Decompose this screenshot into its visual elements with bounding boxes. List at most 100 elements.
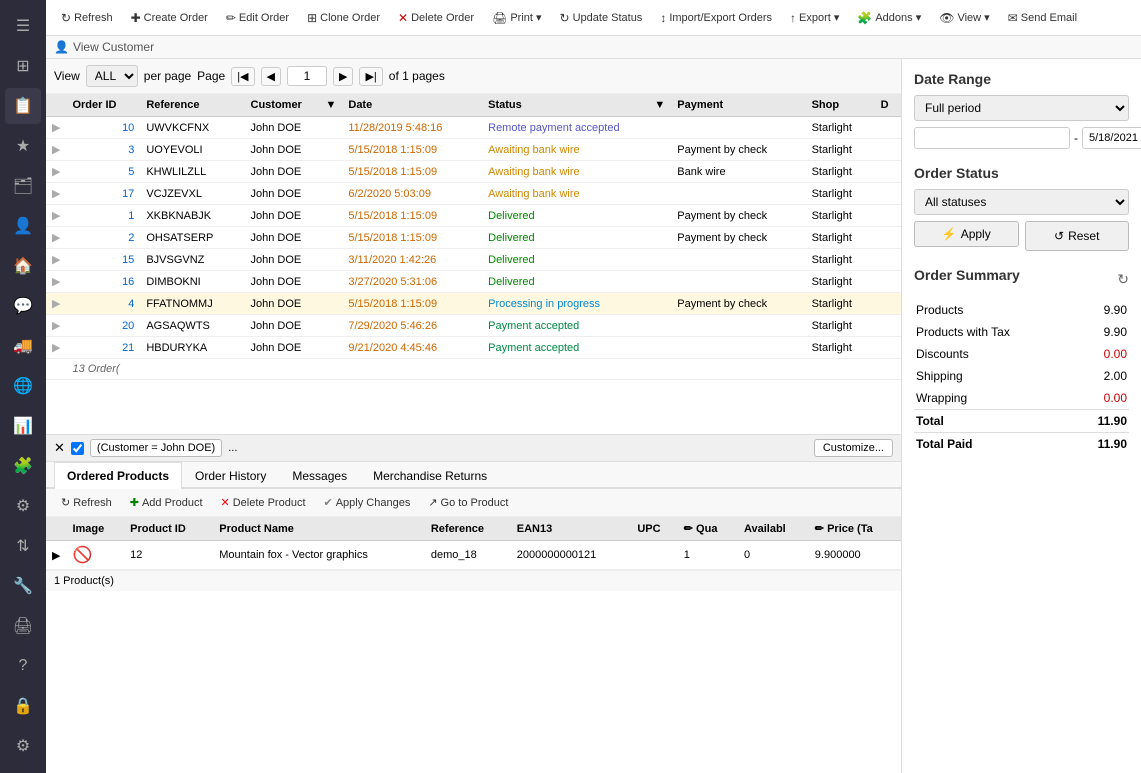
- status-cell: Delivered: [482, 205, 671, 227]
- catalog-icon[interactable]: 🗂: [5, 168, 41, 204]
- tools-icon[interactable]: 🔧: [5, 568, 41, 604]
- apply-changes-btn[interactable]: ✔ Apply Changes: [317, 493, 418, 512]
- payment-cell: Payment by check: [671, 139, 805, 161]
- apply-btn[interactable]: ⚡ Apply: [914, 221, 1019, 247]
- settings2-icon[interactable]: ⚙: [5, 488, 41, 524]
- table-row[interactable]: ▶ 21 HBDURYKA John DOE 9/21/2020 4:45:46…: [46, 337, 901, 359]
- summary-table: Products 9.90 Products with Tax 9.90 Dis…: [914, 299, 1129, 455]
- page-input[interactable]: [287, 66, 327, 86]
- tab-messages[interactable]: Messages: [279, 462, 360, 489]
- summary-label: Discounts: [914, 343, 1074, 365]
- customize-btn[interactable]: Customize...: [814, 439, 893, 457]
- add-product-btn[interactable]: ✚ Add Product: [123, 493, 210, 512]
- col-shop[interactable]: Shop: [806, 94, 875, 117]
- customer-cell: John DOE: [245, 293, 343, 315]
- view-customer-btn[interactable]: 👤 View Customer: [54, 40, 154, 54]
- tab-merchandise-returns[interactable]: Merchandise Returns: [360, 462, 500, 489]
- products-refresh-btn[interactable]: ↻ Refresh: [54, 493, 119, 512]
- filter-text: (Customer = John DOE): [97, 442, 215, 454]
- filter-checkbox[interactable]: [71, 442, 84, 455]
- summary-label: Products: [914, 299, 1074, 321]
- messages-icon[interactable]: 💬: [5, 288, 41, 324]
- update-status-btn[interactable]: ↻Update Status: [553, 8, 650, 28]
- gear-icon[interactable]: ⚙: [5, 728, 41, 764]
- import-export-btn[interactable]: ↕Import/Export Orders: [653, 8, 779, 28]
- table-row[interactable]: ▶ 15 BJVSGVNZ John DOE 3/11/2020 1:42:26…: [46, 249, 901, 271]
- globe-icon[interactable]: 🌐: [5, 368, 41, 404]
- table-row[interactable]: ▶ 17 VCJZEVXL John DOE 6/2/2020 5:03:09 …: [46, 183, 901, 205]
- col-reference[interactable]: Reference: [140, 94, 244, 117]
- customers-icon[interactable]: 👤: [5, 208, 41, 244]
- next-page-btn[interactable]: ▶: [333, 67, 353, 86]
- col-customer[interactable]: Customer ▼: [245, 94, 343, 117]
- col-status[interactable]: Status ▼: [482, 94, 671, 117]
- order-status-title: Order Status: [914, 165, 1129, 181]
- view-btn[interactable]: 👁View ▾: [932, 8, 996, 28]
- last-page-btn[interactable]: ▶|: [359, 67, 382, 86]
- date-from-input[interactable]: [914, 127, 1070, 149]
- dashboard-icon[interactable]: ⊞: [5, 48, 41, 84]
- table-row[interactable]: ▶ 1 XKBKNABJK John DOE 5/15/2018 1:15:09…: [46, 205, 901, 227]
- table-row[interactable]: ▶ 20 AGSAQWTS John DOE 7/29/2020 5:46:26…: [46, 315, 901, 337]
- hamburger-icon[interactable]: ☰: [5, 8, 41, 44]
- favorites-icon[interactable]: ★: [5, 128, 41, 164]
- summary-value: 0.00: [1074, 343, 1129, 365]
- drag-handle: ▶: [46, 139, 66, 161]
- col-date[interactable]: Date: [342, 94, 482, 117]
- filter-close-btn[interactable]: ✕: [54, 440, 65, 456]
- home-icon[interactable]: 🏠: [5, 248, 41, 284]
- delete-order-btn[interactable]: ✕Delete Order: [391, 8, 481, 28]
- refresh-btn[interactable]: ↻Refresh: [54, 8, 120, 28]
- order-status-select[interactable]: All statuses: [914, 189, 1129, 215]
- shop-cell: Starlight: [806, 227, 875, 249]
- addons-btn[interactable]: 🧩Addons ▾: [850, 8, 928, 28]
- create-order-btn[interactable]: ✚Create Order: [124, 8, 215, 28]
- send-email-btn[interactable]: ✉Send Email: [1001, 8, 1084, 28]
- summary-row: Wrapping 0.00: [914, 387, 1129, 410]
- order-id-cell: 5: [66, 161, 140, 183]
- table-row[interactable]: ▶ 4 FFATNOMMJ John DOE 5/15/2018 1:15:09…: [46, 293, 901, 315]
- analytics-icon[interactable]: 📊: [5, 408, 41, 444]
- clone-order-btn[interactable]: ⊞Clone Order: [300, 8, 387, 28]
- view-select[interactable]: ALL: [86, 65, 138, 87]
- date-to-input[interactable]: [1082, 127, 1141, 149]
- table-row[interactable]: ▶ 2 OHSATSERP John DOE 5/15/2018 1:15:09…: [46, 227, 901, 249]
- reset-btn[interactable]: ↺ Reset: [1025, 221, 1130, 251]
- table-row[interactable]: ▶ 3 UOYEVOLI John DOE 5/15/2018 1:15:09 …: [46, 139, 901, 161]
- date-cell: 3/11/2020 1:42:26: [342, 249, 482, 271]
- customer-cell: John DOE: [245, 117, 343, 139]
- order-id-cell: 17: [66, 183, 140, 205]
- table-row[interactable]: ▶ 16 DIMBOKNI John DOE 3/27/2020 5:31:06…: [46, 271, 901, 293]
- delete-product-btn[interactable]: ✕ Delete Product: [214, 493, 313, 512]
- puzzle-icon[interactable]: 🧩: [5, 448, 41, 484]
- table-row[interactable]: ▶ 10 UWVKCFNX John DOE 11/28/2019 5:48:1…: [46, 117, 901, 139]
- transfer-icon[interactable]: ⇅: [5, 528, 41, 564]
- print-btn[interactable]: 🖨Print ▾: [485, 8, 548, 28]
- summary-refresh-btn[interactable]: ↻: [1117, 271, 1129, 288]
- export-btn[interactable]: ↑Export ▾: [783, 8, 846, 28]
- print-icon: 🖨: [492, 11, 507, 25]
- prod-upc: [631, 541, 677, 570]
- shipping-icon[interactable]: 🚚: [5, 328, 41, 364]
- product-row[interactable]: ▶ 🚫 12 Mountain fox - Vector graphics de…: [46, 541, 901, 570]
- tab-order-history[interactable]: Order History: [182, 462, 279, 489]
- go-to-product-btn[interactable]: ↗ Go to Product: [421, 493, 515, 512]
- col-order-id[interactable]: Order ID: [66, 94, 140, 117]
- full-period-select[interactable]: Full period: [914, 95, 1129, 121]
- shop-cell: Starlight: [806, 337, 875, 359]
- filter-tag: (Customer = John DOE): [90, 439, 222, 457]
- lock-icon[interactable]: 🔒: [5, 688, 41, 724]
- help-icon[interactable]: ?: [5, 648, 41, 684]
- tab-ordered-products[interactable]: Ordered Products: [54, 462, 182, 489]
- orders-icon[interactable]: 📋: [5, 88, 41, 124]
- drag-handle: ▶: [46, 205, 66, 227]
- edit-order-btn[interactable]: ✏Edit Order: [219, 8, 296, 28]
- col-d[interactable]: D: [875, 94, 901, 117]
- order-id-cell: 1: [66, 205, 140, 227]
- addons-icon: 🧩: [857, 11, 872, 25]
- print2-icon[interactable]: 🖨: [5, 608, 41, 644]
- first-page-btn[interactable]: |◀: [231, 67, 254, 86]
- col-payment[interactable]: Payment: [671, 94, 805, 117]
- prev-page-btn[interactable]: ◀: [261, 67, 281, 86]
- table-row[interactable]: ▶ 5 KHWLILZLL John DOE 5/15/2018 1:15:09…: [46, 161, 901, 183]
